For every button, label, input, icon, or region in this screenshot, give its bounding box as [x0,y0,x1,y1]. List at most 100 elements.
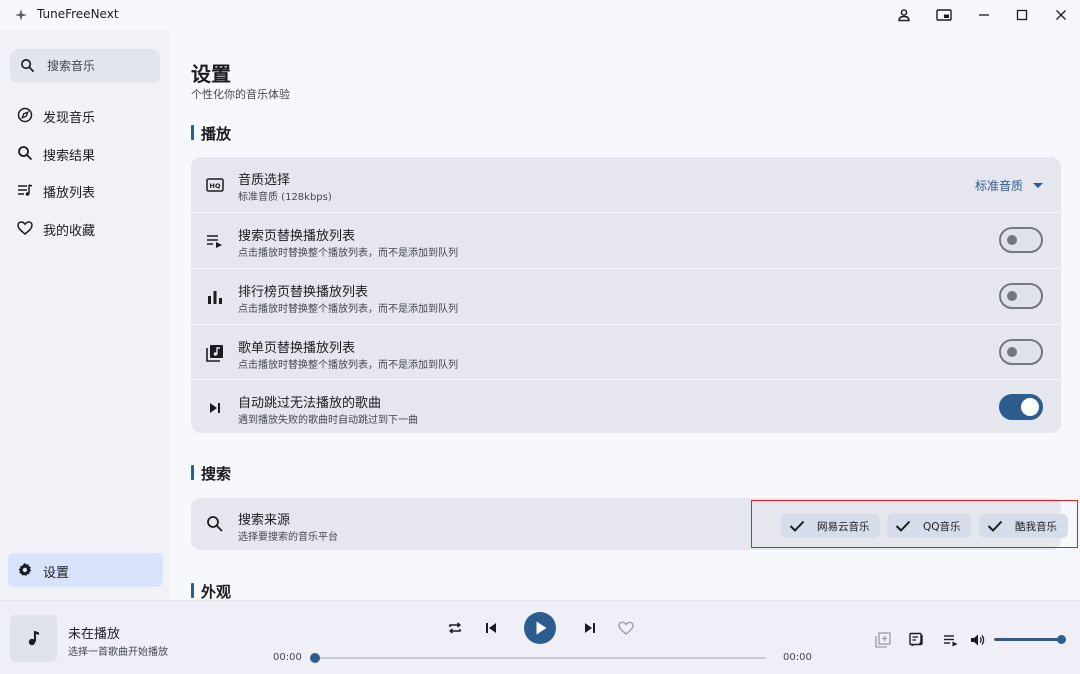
search-input[interactable] [47,57,152,75]
platform-chip-netease[interactable]: 网易云音乐 [781,514,880,538]
favorite-button[interactable] [616,618,636,638]
caret-down-icon [1033,183,1043,188]
auto-skip-toggle[interactable] [999,394,1043,420]
add-to-playlist-button[interactable] [874,631,892,649]
playlist-play-icon [207,235,222,248]
title-bar: TuneFreeNext [0,0,1080,30]
lyrics-button[interactable] [908,631,926,649]
search-replace-playlist-row: 搜索页替换播放列表 点击播放时替换整个播放列表，而不是添加到队列 [191,212,1061,268]
close-button[interactable] [1042,0,1080,30]
app-logo-icon [15,9,27,21]
section-title-playback: 播放 [191,123,231,144]
total-time: 00:00 [783,652,812,663]
sidebar-item-label: 我的收藏 [43,224,96,239]
playlist-replace-toggle[interactable] [999,339,1043,365]
person-icon [898,9,910,22]
page-title: 设置 [191,62,231,86]
sidebar: 发现音乐 搜索结果 播放列表 我的收藏 设置 [0,30,170,600]
sidebar-item-settings[interactable]: 设置 [8,553,163,587]
sidebar-item-discover[interactable]: 发现音乐 [8,98,163,132]
quality-dropdown[interactable]: 标准音质 [975,177,1043,194]
player-bar: 未在播放 选择一首歌曲开始播放 00:00 00:00 [0,600,1080,674]
check-icon [789,520,805,532]
chip-label: 酷我音乐 [1015,521,1057,533]
volume-handle[interactable] [1057,635,1066,644]
hq-icon: HQ [206,178,224,192]
progress-bar[interactable] [310,653,766,663]
playlist-replace-playlist-row: 歌单页替换播放列表 点击播放时替换整个播放列表，而不是添加到队列 [191,324,1061,379]
search-settings-card: 搜索来源 选择要搜索的音乐平台 网易云音乐 QQ音乐 酷我音乐 [191,498,1078,550]
setting-title: 搜索页替换播放列表 [238,229,356,244]
volume-button[interactable] [968,631,986,649]
quality-setting-row: HQ 音质选择 标准音质 (128kbps) 标准音质 [191,157,1061,212]
chart-replace-playlist-row: 排行榜页替换播放列表 点击播放时替换整个播放列表，而不是添加到队列 [191,268,1061,324]
setting-title: 歌单页替换播放列表 [238,341,356,356]
maximize-button[interactable] [1003,0,1041,30]
sidebar-item-label: 设置 [43,566,70,581]
app-title: TuneFreeNext [37,7,119,21]
progress-handle[interactable] [310,653,320,663]
platform-chip-kuwo[interactable]: 酷我音乐 [979,514,1068,538]
setting-title: 排行榜页替换播放列表 [238,285,369,300]
album-cover[interactable] [10,615,57,662]
close-icon [1056,10,1066,20]
section-title-search: 搜索 [191,463,231,484]
volume-slider[interactable] [994,635,1066,644]
queue-music-icon [18,184,33,196]
repeat-icon [449,622,461,634]
minimize-button[interactable] [965,0,1003,30]
platform-chips-highlight: 网易云音乐 QQ音乐 酷我音乐 [751,500,1078,548]
previous-button[interactable] [481,618,501,638]
heart-icon [17,221,33,235]
skip-previous-icon [486,623,496,633]
auto-skip-row: 自动跳过无法播放的歌曲 遇到播放失败的歌曲时自动跳过到下一曲 [191,379,1061,433]
setting-subtitle: 点击播放时替换整个播放列表，而不是添加到队列 [238,248,458,259]
skip-next-icon [210,403,220,413]
toggle-knob [1007,235,1017,245]
setting-subtitle: 点击播放时替换整个播放列表，而不是添加到队列 [238,360,458,371]
picture-in-picture-icon [936,9,952,21]
sidebar-item-label: 发现音乐 [43,111,96,126]
search-replace-toggle[interactable] [999,227,1043,253]
music-note-icon [28,631,39,646]
platform-chip-qq[interactable]: QQ音乐 [887,514,971,538]
account-button[interactable] [885,0,923,30]
sidebar-search[interactable] [10,49,160,83]
skip-next-icon [585,623,595,633]
page-subtitle: 个性化你的音乐体验 [191,88,290,101]
section-title-appearance: 外观 [191,581,231,600]
chip-label: QQ音乐 [923,521,961,533]
chip-label: 网易云音乐 [817,521,870,533]
maximize-icon [1016,9,1028,21]
check-icon [987,520,1003,532]
play-icon [536,621,547,635]
heart-outline-icon [618,621,634,635]
setting-title: 音质选择 [238,173,291,188]
setting-title: 自动跳过无法播放的歌曲 [238,396,382,411]
chart-replace-toggle[interactable] [999,283,1043,309]
compass-icon [17,107,33,123]
search-icon [207,516,223,532]
sidebar-item-playlist[interactable]: 播放列表 [8,173,163,207]
sidebar-item-search-results[interactable]: 搜索结果 [8,136,163,170]
library-music-icon [206,345,223,362]
settings-page: 设置 个性化你的音乐体验 播放 HQ 音质选择 标准音质 (128kbps) 标… [170,30,1080,600]
lyrics-icon [909,632,923,647]
search-icon [18,146,33,161]
svg-text:HQ: HQ [210,182,221,190]
repeat-button[interactable] [445,618,465,638]
play-button[interactable] [524,612,556,644]
gear-icon [18,563,32,576]
quality-dropdown-value: 标准音质 [974,179,1023,193]
mini-player-button[interactable] [925,0,963,30]
next-button[interactable] [580,618,600,638]
playlist-play-icon [944,635,958,647]
sidebar-item-favorites[interactable]: 我的收藏 [8,211,163,245]
setting-subtitle: 遇到播放失败的歌曲时自动跳过到下一曲 [238,415,418,426]
volume-icon [971,634,985,646]
setting-title: 搜索来源 [238,513,291,528]
now-playing-subtitle: 选择一首歌曲开始播放 [68,647,168,658]
setting-subtitle: 选择要搜索的音乐平台 [238,532,338,543]
check-icon [895,520,911,532]
queue-button[interactable] [942,631,960,649]
